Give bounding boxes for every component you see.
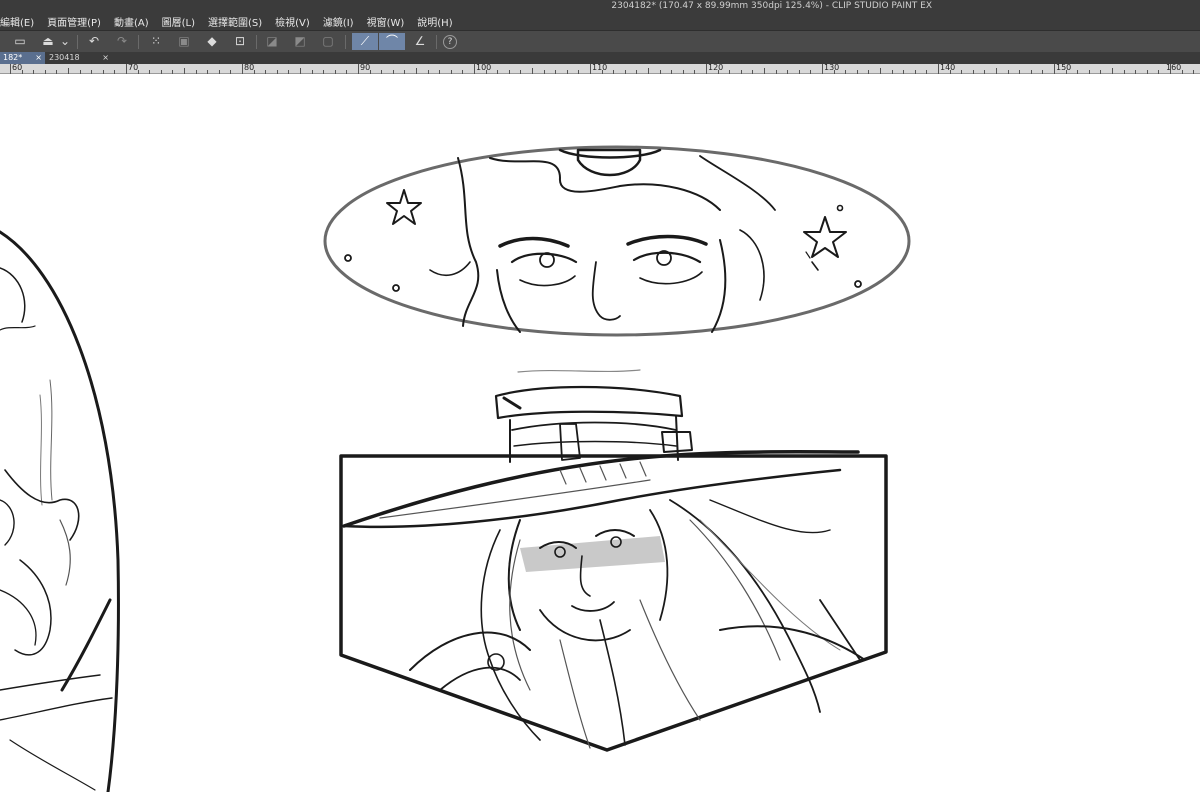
brush-pressure-icon[interactable]: ⌒	[379, 33, 405, 50]
menu-items: 編輯(E) 頁面管理(P) 動畫(A) 圖層(L) 選擇範圍(S) 檢視(V) …	[0, 17, 460, 30]
clear-selection-icon[interactable]: ⁙	[146, 33, 166, 50]
toolbar-divider	[345, 35, 346, 49]
tab-label: 182*	[3, 53, 23, 62]
close-icon[interactable]: ×	[35, 52, 42, 64]
toolbar-divider	[256, 35, 257, 49]
layer-copy-icon[interactable]: ▣	[174, 33, 194, 50]
ruler-label: 160	[1166, 63, 1182, 72]
ruler-label: 120	[708, 63, 724, 72]
menu-edit[interactable]: 編輯(E)	[0, 17, 41, 30]
ruler-label: 110	[592, 63, 608, 72]
sketch-artwork	[0, 145, 911, 792]
menu-bar: 編輯(E) 頁面管理(P) 動畫(A) 圖層(L) 選擇範圍(S) 檢視(V) …	[0, 0, 1200, 30]
stabilization-icon[interactable]: ⟋	[352, 33, 378, 50]
drawing-canvas[interactable]	[0, 74, 1200, 792]
ruler-label: 130	[824, 63, 840, 72]
bottom-pentagon-panel	[339, 369, 888, 752]
menu-filter[interactable]: 濾鏡(I)	[317, 17, 361, 30]
horizontal-ruler[interactable]: 60 70 80 90 100 110 120 130 140 150 160	[0, 64, 1200, 74]
window-title: 2304182* (170.47 x 89.99mm 350dpi 125.4%…	[611, 1, 932, 11]
ruler-snap-icon[interactable]: ∠	[410, 33, 430, 50]
menu-window[interactable]: 視窗(W)	[361, 17, 412, 30]
ruler-label: 60	[12, 63, 23, 72]
menu-view[interactable]: 檢視(V)	[269, 17, 317, 30]
close-icon[interactable]: ×	[102, 52, 109, 64]
open-file-icon[interactable]: ▭	[10, 33, 30, 50]
left-panel-sketch	[0, 230, 120, 792]
gradient-icon[interactable]: ◩	[290, 33, 310, 50]
tab-230418[interactable]: 230418 ×	[46, 52, 112, 64]
menu-selection[interactable]: 選擇範圍(S)	[202, 17, 269, 30]
transform-icon[interactable]: ⊡	[230, 33, 250, 50]
tab-label: 230418	[49, 53, 80, 62]
hide-outside-selection-icon[interactable]: ◪	[262, 33, 282, 50]
toolbar-divider	[77, 35, 78, 49]
ruler-label: 80	[244, 63, 255, 72]
redo-icon[interactable]: ↷	[112, 33, 132, 50]
command-bar: ▭ ⏏ ⌄ ↶ ↷ ⁙ ▣ ◆ ⊡ ◪ ◩ ▢ ⟋ ⌒ ∠ ?	[0, 30, 1200, 52]
canvas-frame-icon[interactable]: ▢	[318, 33, 338, 50]
tab-2304182[interactable]: 182* ×	[0, 52, 45, 64]
save-dropdown-icon[interactable]: ⌄	[58, 33, 72, 50]
fill-icon[interactable]: ◆	[202, 33, 222, 50]
menu-help[interactable]: 說明(H)	[411, 17, 459, 30]
ruler-label: 140	[940, 63, 956, 72]
menu-layer[interactable]: 圖層(L)	[156, 17, 202, 30]
top-oval-panel	[323, 145, 911, 337]
ruler-label: 100	[476, 63, 492, 72]
menu-page-management[interactable]: 頁面管理(P)	[41, 17, 108, 30]
menu-animation[interactable]: 動畫(A)	[108, 17, 156, 30]
undo-icon[interactable]: ↶	[84, 33, 104, 50]
help-icon[interactable]: ?	[443, 35, 457, 49]
ruler-label: 150	[1056, 63, 1072, 72]
toolbar-divider	[138, 35, 139, 49]
ruler-label: 70	[128, 63, 139, 72]
ruler-label: 90	[360, 63, 371, 72]
toolbar-divider	[436, 35, 437, 49]
save-icon[interactable]: ⏏	[38, 33, 58, 50]
